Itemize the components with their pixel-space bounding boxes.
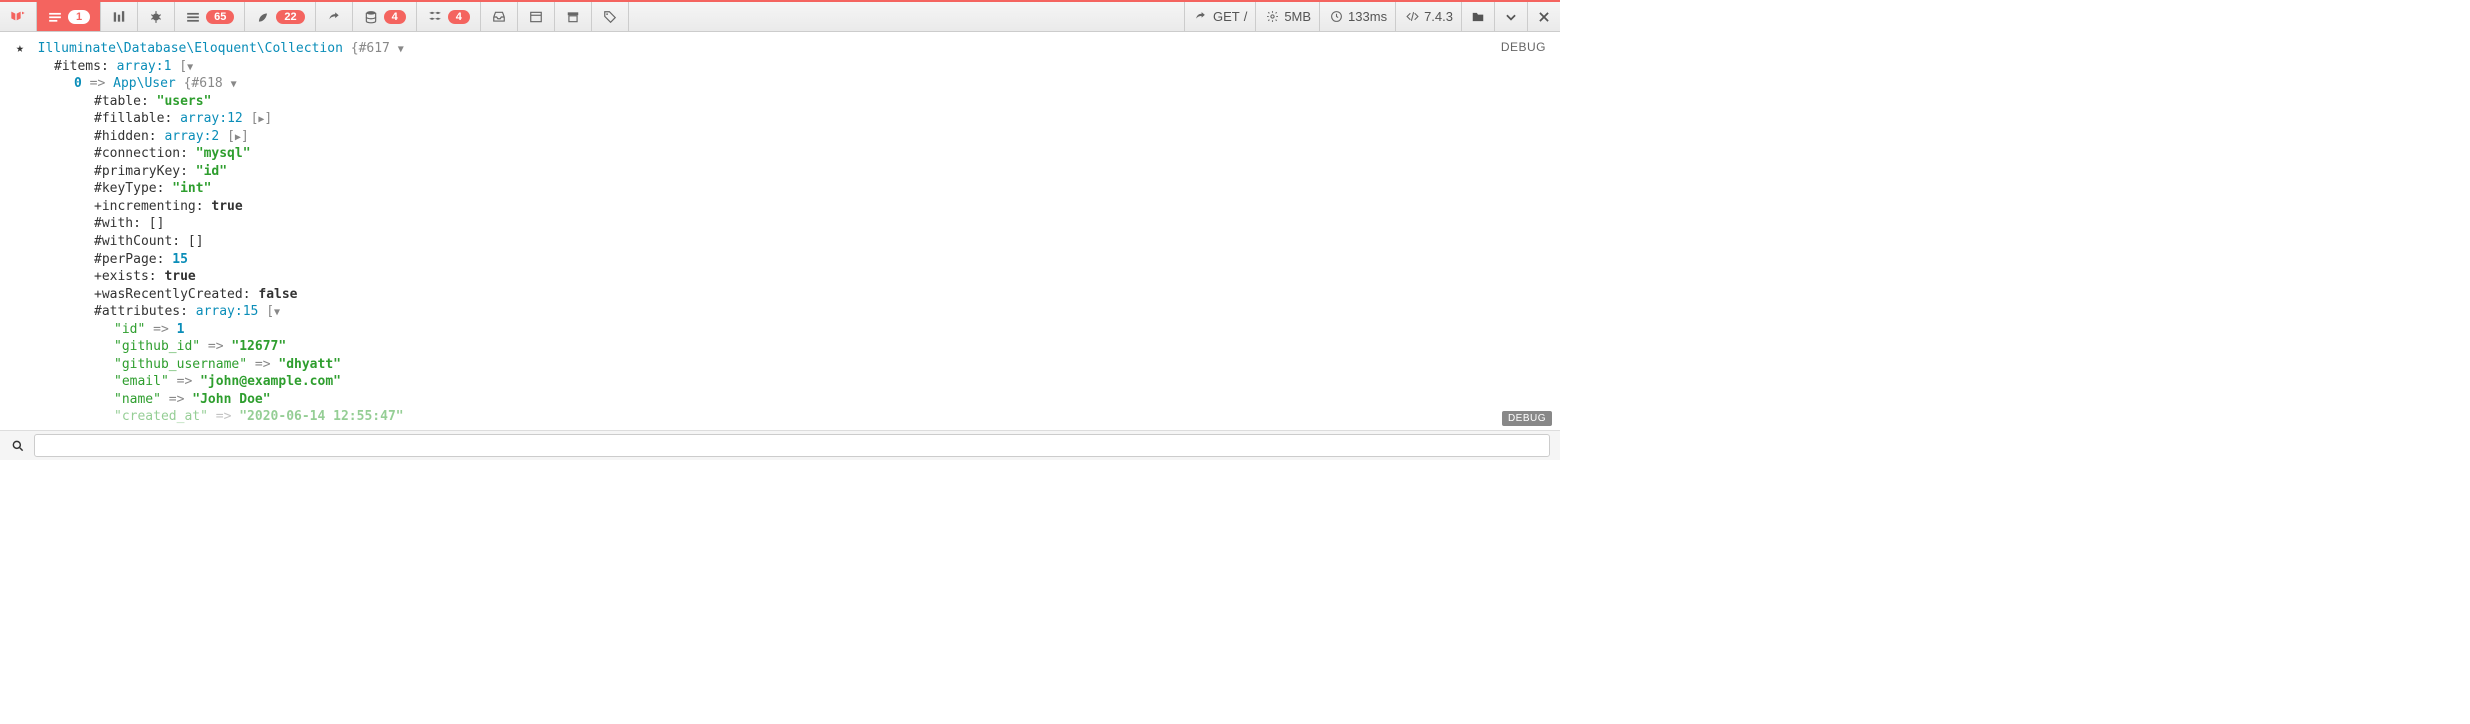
database-icon [363, 9, 379, 25]
prop-value: true [164, 269, 195, 284]
tab-gate[interactable] [518, 2, 555, 31]
attr-value: 1 [177, 322, 185, 337]
views-icon [185, 9, 201, 25]
prop-value[interactable]: array:12 [180, 111, 243, 126]
attr-value: "2020-06-14 12:55:47" [239, 409, 403, 424]
search-input[interactable] [34, 434, 1550, 457]
dump-content: ★ Illuminate\Database\Eloquent\Collectio… [0, 32, 1560, 430]
caret-down-icon[interactable]: ▼ [398, 44, 404, 55]
tab-exceptions[interactable] [138, 2, 175, 31]
prop-value: true [211, 199, 242, 214]
prop-value[interactable]: array:15 [196, 304, 259, 319]
folder-icon [1470, 9, 1486, 25]
star-icon[interactable]: ★ [16, 41, 24, 56]
tab-badge: 22 [276, 10, 304, 24]
close-button[interactable] [1527, 2, 1560, 31]
prop-value: [] [188, 234, 204, 249]
list-icon [528, 9, 544, 25]
class-name[interactable]: App\User [113, 76, 176, 91]
method-label: GET [1213, 9, 1240, 24]
memory-usage[interactable]: 5MB [1255, 2, 1319, 31]
inbox-icon [491, 9, 507, 25]
request-method[interactable]: GET / [1184, 2, 1255, 31]
request-time[interactable]: 133ms [1319, 2, 1395, 31]
prop-value: false [258, 287, 297, 302]
minimize-button[interactable] [1494, 2, 1527, 31]
tab-badge: 65 [206, 10, 234, 24]
tags-icon [602, 9, 618, 25]
share-icon [326, 9, 342, 25]
attr-value: "John Doe" [192, 392, 270, 407]
folder-button[interactable] [1461, 2, 1494, 31]
tab-laravel[interactable] [0, 2, 37, 31]
tab-badge: 4 [384, 10, 406, 24]
timeline-icon [111, 9, 127, 25]
bug-icon [148, 9, 164, 25]
prop-value: [] [149, 216, 165, 231]
prop-value: 15 [172, 252, 188, 267]
tab-mail[interactable] [481, 2, 518, 31]
cubes-icon [427, 9, 443, 25]
messages-icon [47, 9, 63, 25]
debug-level-label: DEBUG [1501, 40, 1546, 54]
debugbar-toolbar: 1 65 22 4 4 [0, 0, 1560, 32]
php-version[interactable]: 7.4.3 [1395, 2, 1461, 31]
attr-value: "dhyatt" [278, 357, 341, 372]
prop-key: #items: [54, 59, 109, 74]
tab-views[interactable]: 65 [175, 2, 245, 31]
caret-down-icon[interactable]: ▼ [231, 79, 237, 90]
tab-queries-arrow[interactable] [316, 2, 353, 31]
prop-value: "mysql" [196, 146, 251, 161]
object-id: #618 [191, 76, 222, 91]
caret-down-icon[interactable]: ▼ [187, 62, 193, 73]
tab-session[interactable] [555, 2, 592, 31]
caret-down-icon[interactable]: ▼ [274, 307, 280, 318]
archive-icon [565, 9, 581, 25]
chevron-down-icon [1503, 9, 1519, 25]
toolbar-spacer [629, 2, 1184, 31]
clock-icon [1328, 9, 1344, 25]
tab-route[interactable]: 22 [245, 2, 315, 31]
prop-value: "int" [172, 181, 211, 196]
memory-label: 5MB [1284, 9, 1311, 24]
debug-badge: DEBUG [1502, 411, 1552, 426]
search-icon [10, 438, 26, 454]
close-icon [1536, 9, 1552, 25]
prop-value[interactable]: array:2 [164, 129, 219, 144]
tab-request[interactable] [592, 2, 629, 31]
time-label: 133ms [1348, 9, 1387, 24]
attr-value: "john@example.com" [200, 374, 341, 389]
tab-models[interactable]: 4 [417, 2, 481, 31]
code-icon [1404, 9, 1420, 25]
laravel-icon [10, 9, 26, 25]
prop-value: "users" [157, 94, 212, 109]
share-icon [1193, 9, 1209, 25]
tab-timeline[interactable] [101, 2, 138, 31]
tab-badge: 4 [448, 10, 470, 24]
attr-value: "12677" [231, 339, 286, 354]
leaf-icon [255, 9, 271, 25]
tab-messages[interactable]: 1 [37, 2, 101, 31]
tab-database[interactable]: 4 [353, 2, 417, 31]
search-bar [0, 430, 1560, 460]
class-name[interactable]: Illuminate\Database\Eloquent\Collection [38, 41, 343, 56]
array-index: 0 [74, 76, 82, 91]
tab-badge: 1 [68, 10, 90, 24]
path-label: / [1244, 9, 1248, 24]
php-label: 7.4.3 [1424, 9, 1453, 24]
gear-icon [1264, 9, 1280, 25]
object-id: #617 [359, 41, 390, 56]
prop-value: "id" [196, 164, 227, 179]
prop-type[interactable]: array:1 [117, 59, 172, 74]
